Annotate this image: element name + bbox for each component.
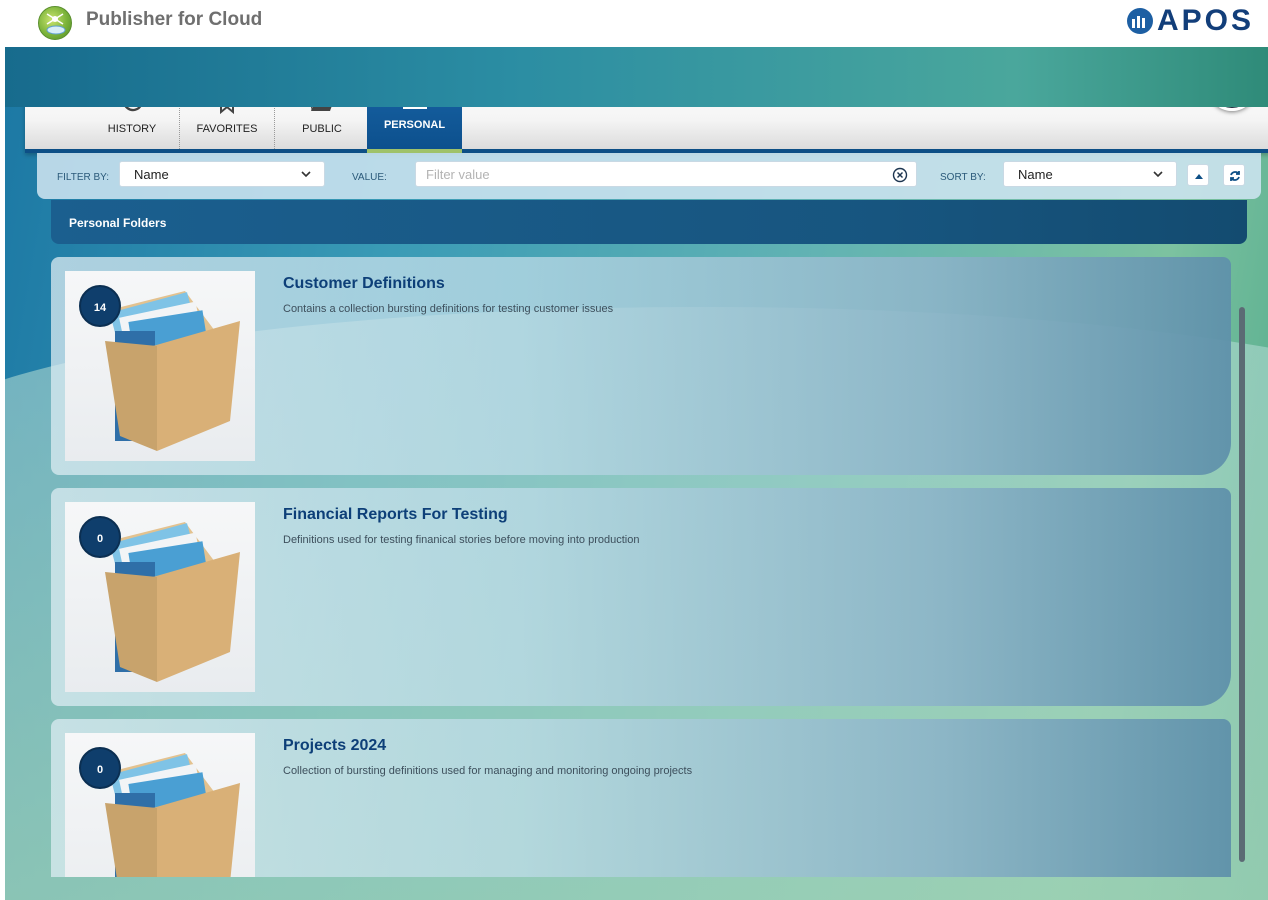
filter-bar: FILTER BY: Name VALUE: SORT BY: Name — [37, 153, 1261, 199]
main-stage: HISTORY FAVORITES PUBLIC PERSONAL FILTER — [5, 47, 1268, 900]
section-header: Personal Folders — [51, 200, 1247, 244]
tab-bar: HISTORY FAVORITES PUBLIC PERSONAL — [25, 63, 1268, 153]
item-count-badge: 0 — [79, 747, 121, 789]
item-count-badge: 14 — [79, 285, 121, 327]
tab-label: PERSONAL — [383, 119, 446, 131]
folder-description: Definitions used for testing finanical s… — [283, 534, 640, 546]
app-title: Publisher for Cloud — [86, 9, 263, 30]
list-scrollbar[interactable] — [1239, 307, 1245, 862]
filter-by-select[interactable]: Name — [119, 161, 325, 187]
value-label: VALUE: — [352, 172, 387, 183]
brand-mark-icon — [1126, 8, 1153, 34]
brand-logo: APOS — [1126, 4, 1254, 38]
folder-card[interactable]: 0 Financial Reports For Testing Definiti… — [51, 488, 1231, 706]
tab-personal[interactable]: PERSONAL — [367, 67, 462, 153]
user-avatar[interactable] — [1208, 63, 1256, 111]
folder-title[interactable]: Financial Reports For Testing — [283, 506, 508, 524]
tab-favorites[interactable]: FAVORITES — [180, 77, 275, 149]
filter-by-label: FILTER BY: — [57, 172, 110, 183]
folder-description: Contains a collection bursting definitio… — [283, 303, 614, 315]
tab-label: HISTORY — [107, 123, 157, 135]
clear-icon[interactable] — [892, 167, 908, 183]
sort-direction-button[interactable] — [1187, 164, 1209, 186]
chevron-down-icon — [1153, 171, 1163, 178]
item-count-badge: 0 — [79, 516, 121, 558]
sort-by-value: Name — [1018, 167, 1053, 182]
tab-history[interactable]: HISTORY — [85, 77, 180, 149]
folder-list: 14 Customer Definitions Contains a colle… — [51, 257, 1247, 877]
folder-description: Collection of bursting definitions used … — [283, 765, 693, 777]
filter-value-field — [415, 161, 917, 187]
sort-by-label: SORT BY: — [940, 172, 986, 183]
top-header: Publisher for Cloud APOS — [0, 0, 1268, 44]
brand-name: APOS — [1156, 4, 1254, 37]
refresh-button[interactable] — [1223, 164, 1245, 186]
tab-public[interactable]: PUBLIC — [275, 77, 370, 149]
section-title: Personal Folders — [69, 216, 167, 230]
sort-by-select[interactable]: Name — [1003, 161, 1177, 187]
refresh-icon — [1230, 171, 1240, 181]
bookmark-icon — [220, 90, 234, 115]
caret-up-icon — [1195, 174, 1203, 179]
folder-title[interactable]: Customer Definitions — [283, 275, 445, 293]
folder-title[interactable]: Projects 2024 — [283, 737, 386, 755]
tab-label: FAVORITES — [196, 123, 258, 135]
folder-card[interactable]: 14 Customer Definitions Contains a colle… — [51, 257, 1231, 475]
scrollbar-thumb[interactable] — [1239, 307, 1245, 862]
folder-card[interactable]: 0 Projects 2024 Collection of bursting d… — [51, 719, 1231, 877]
app-logo-icon — [38, 6, 72, 40]
history-icon — [121, 90, 144, 112]
filter-value-input[interactable] — [426, 167, 866, 182]
folder-open-icon — [311, 94, 334, 111]
filter-by-value: Name — [134, 167, 169, 182]
chevron-down-icon — [301, 171, 311, 178]
folder-icon — [402, 90, 427, 109]
tab-label: PUBLIC — [302, 123, 342, 135]
